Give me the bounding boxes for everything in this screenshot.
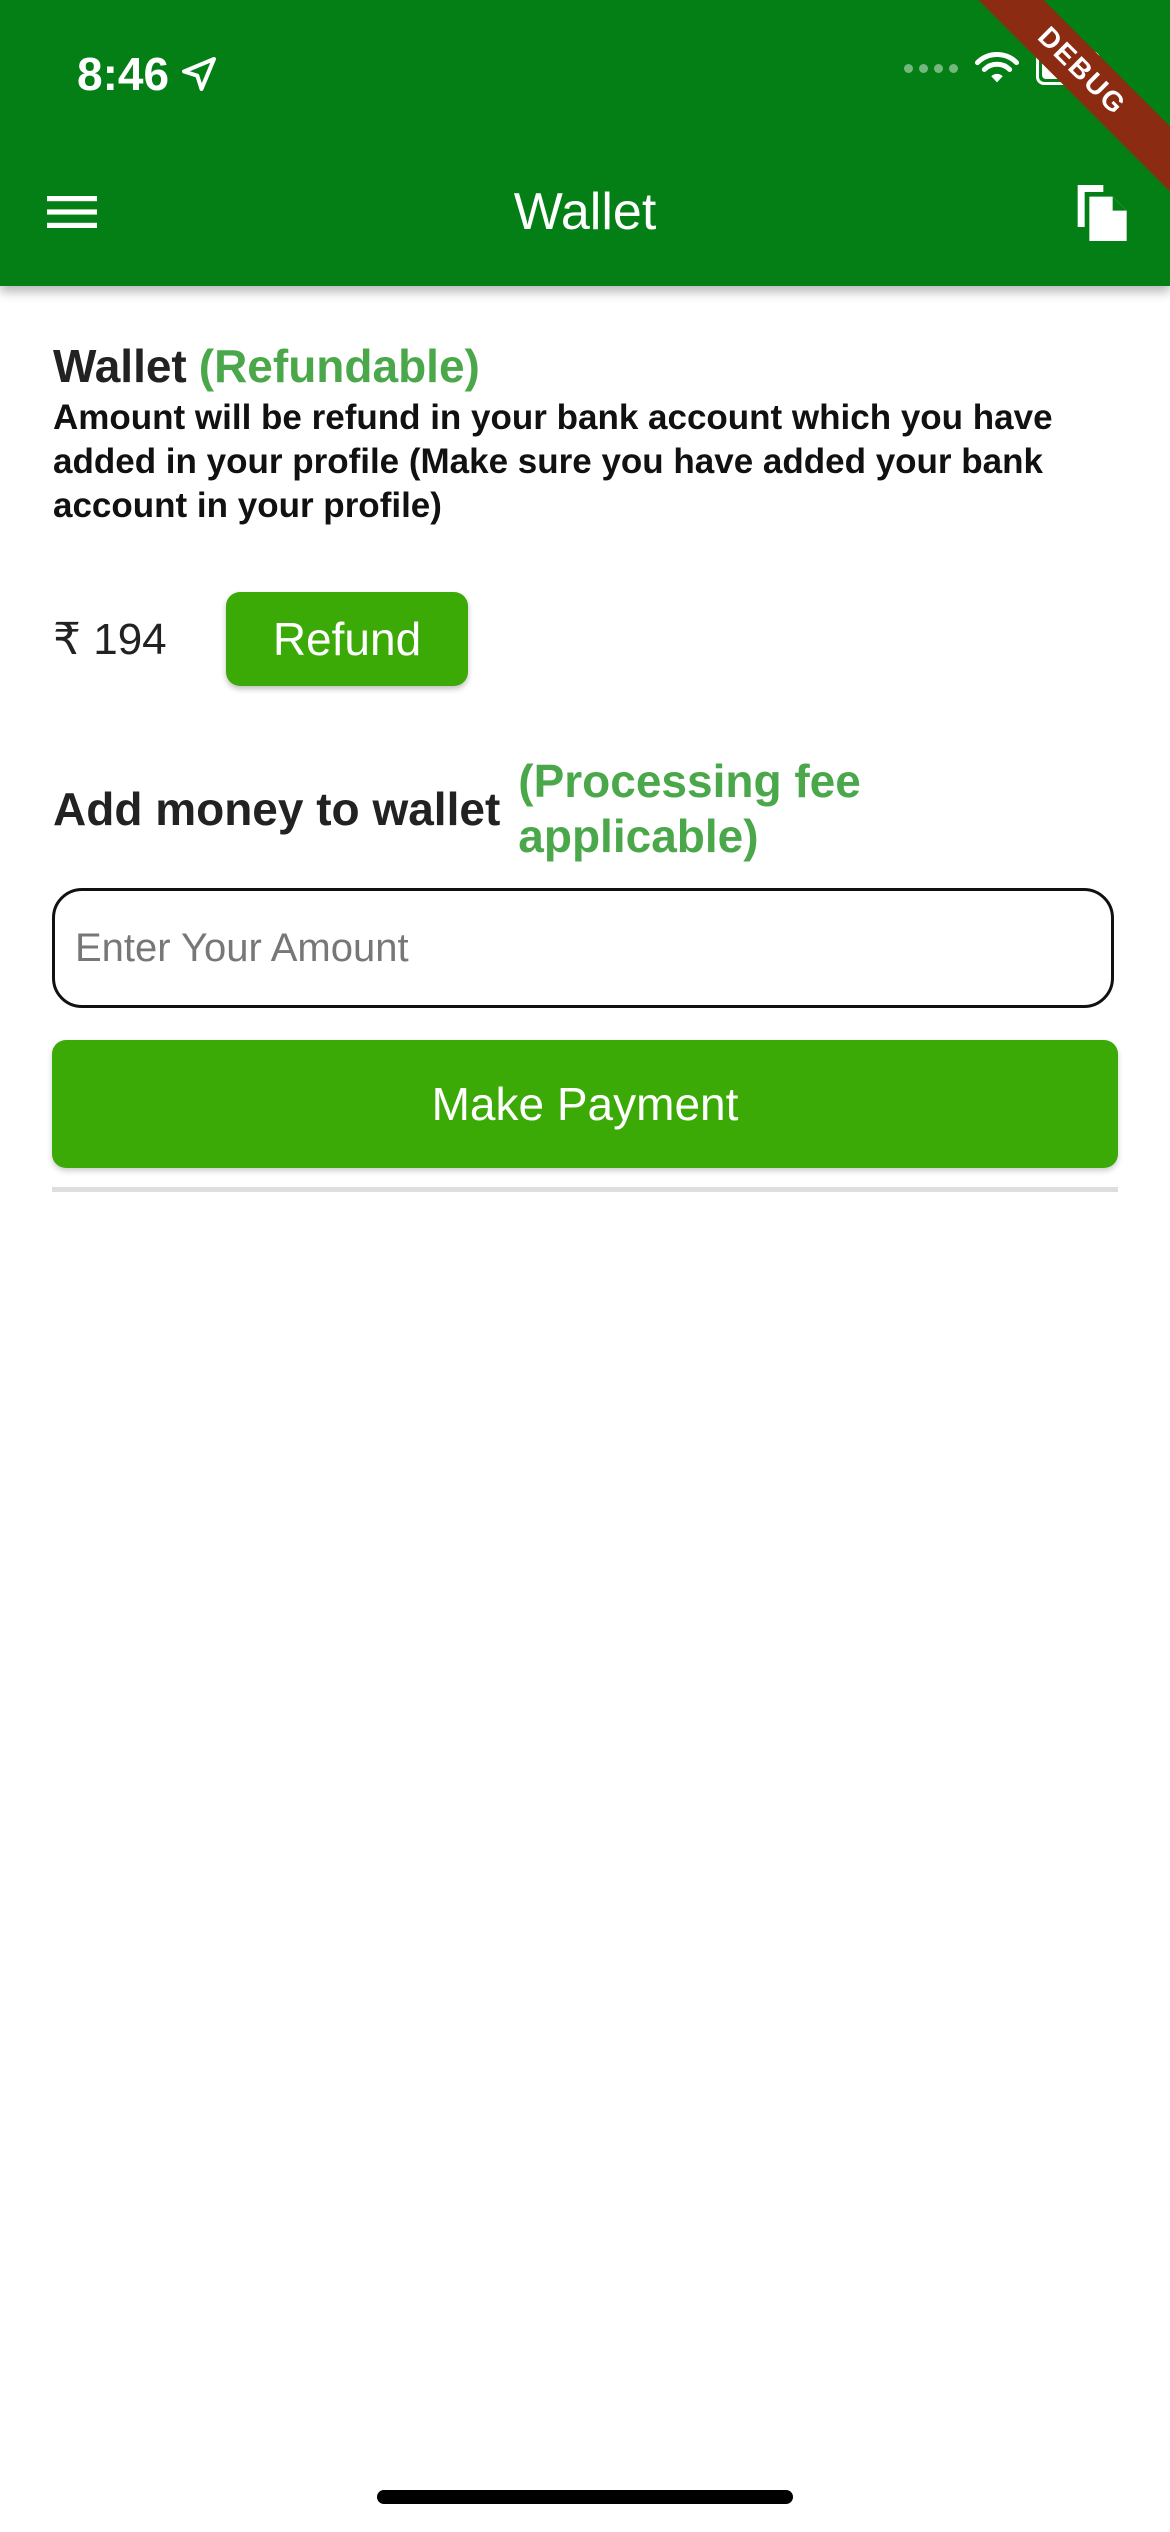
wifi-icon bbox=[974, 52, 1020, 83]
processing-fee-note: (Processing fee applicable) bbox=[518, 755, 861, 862]
amount-input[interactable] bbox=[52, 888, 1114, 1008]
refundable-tag: (Refundable) bbox=[198, 340, 480, 392]
location-arrow-icon bbox=[182, 57, 217, 91]
make-payment-button[interactable]: Make Payment bbox=[52, 1040, 1118, 1168]
wallet-heading: Wallet (Refundable) bbox=[53, 336, 1118, 396]
copy-button[interactable] bbox=[1066, 178, 1136, 248]
app-bar: 8:46 Wallet bbox=[0, 0, 1170, 286]
refund-button[interactable]: Refund bbox=[226, 592, 468, 686]
wallet-heading-text: Wallet bbox=[53, 340, 187, 392]
status-bar-time: 8:46 bbox=[77, 44, 219, 104]
balance-row: ₹ 194 Refund bbox=[53, 592, 468, 686]
wallet-section: Wallet (Refundable) Amount will be refund… bbox=[53, 336, 1118, 528]
divider bbox=[52, 1187, 1118, 1192]
wallet-balance: ₹ 194 bbox=[53, 614, 167, 664]
add-money-label: Add money to wallet bbox=[53, 783, 501, 835]
copy-icon bbox=[1077, 185, 1127, 241]
signal-icon bbox=[904, 63, 958, 73]
home-indicator[interactable] bbox=[377, 2490, 793, 2504]
page-title: Wallet bbox=[513, 183, 657, 241]
refund-description: Amount will be refund in your bank accou… bbox=[53, 398, 1053, 525]
add-money-header: Add money to wallet (Processing fee appl… bbox=[53, 754, 938, 864]
status-time-text: 8:46 bbox=[77, 48, 170, 100]
